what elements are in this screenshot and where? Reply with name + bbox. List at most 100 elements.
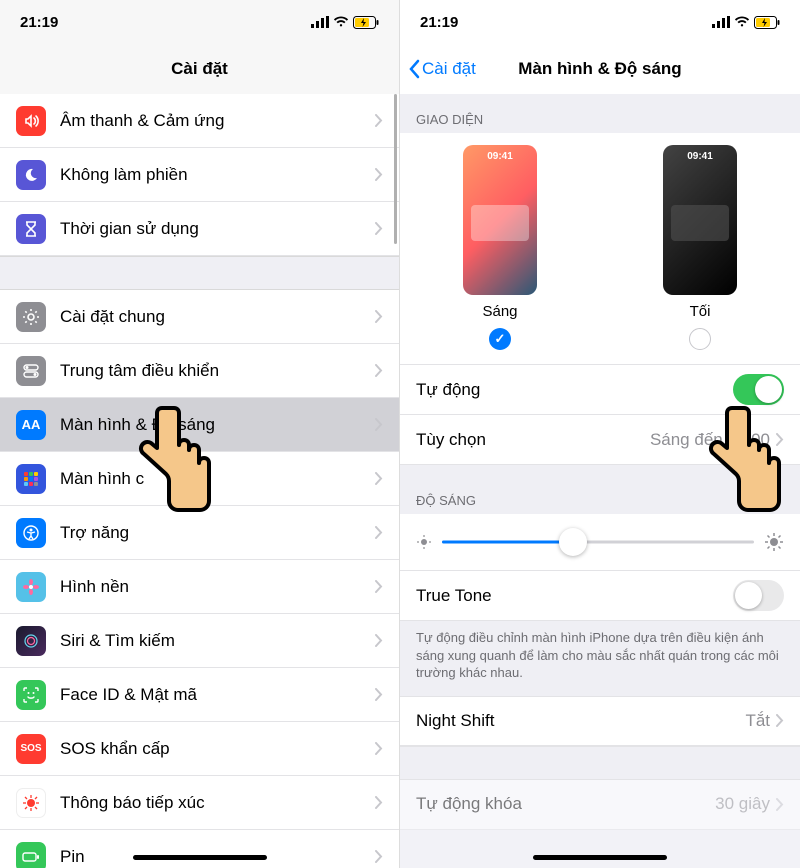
light-label: Sáng <box>463 303 537 320</box>
battery-icon <box>16 842 46 868</box>
row-screentime[interactable]: Thời gian sử dụng <box>0 202 399 256</box>
chevron-left-icon <box>408 59 420 79</box>
chevron-icon <box>375 310 383 323</box>
row-label: True Tone <box>416 586 733 606</box>
chevron-icon <box>375 472 383 485</box>
battery-charging-icon <box>754 16 780 29</box>
dark-preview: 09:41 <box>663 145 737 295</box>
chevron-icon <box>375 688 383 701</box>
covid-icon <box>16 788 46 818</box>
row-label: Tùy chọn <box>416 430 650 450</box>
section-header-appearance: GIAO DIỆN <box>400 94 800 133</box>
hand-pointer-overlay <box>690 400 790 520</box>
row-control-center[interactable]: Trung tâm điều khiển <box>0 344 399 398</box>
nav-bar: Cài đặt <box>0 44 399 94</box>
row-label: Thời gian sử dụng <box>60 219 375 239</box>
chevron-icon <box>375 580 383 593</box>
battery-charging-icon <box>353 16 379 29</box>
row-night-shift[interactable]: Night Shift Tắt <box>400 696 800 746</box>
brightness-slider-row <box>400 514 800 571</box>
row-exposure[interactable]: Thông báo tiếp xúc <box>0 776 399 830</box>
switches-icon <box>16 356 46 386</box>
row-label: Trợ năng <box>60 523 375 543</box>
chevron-icon <box>375 526 383 539</box>
row-battery[interactable]: Pin <box>0 830 399 868</box>
hourglass-icon <box>16 214 46 244</box>
status-bar: 21:19 <box>400 0 800 44</box>
cellular-icon <box>712 16 730 28</box>
chevron-icon <box>375 364 383 377</box>
moon-icon <box>16 160 46 190</box>
brightness-slider[interactable] <box>442 528 754 556</box>
sounds-icon <box>16 106 46 136</box>
home-indicator[interactable] <box>533 855 667 860</box>
status-time: 21:19 <box>20 14 58 31</box>
row-siri[interactable]: Siri & Tìm kiếm <box>0 614 399 668</box>
row-faceid[interactable]: Face ID & Mật mã <box>0 668 399 722</box>
section-gap <box>0 256 399 290</box>
status-time: 21:19 <box>420 14 458 31</box>
chevron-icon <box>776 714 784 727</box>
row-label: Hình nền <box>60 577 375 597</box>
row-label: Face ID & Mật mã <box>60 685 375 705</box>
toggle-truetone[interactable] <box>733 580 784 611</box>
radio-light-checked[interactable] <box>489 328 511 350</box>
cellular-icon <box>311 16 329 28</box>
sun-large-icon <box>764 532 784 552</box>
section-gap <box>400 746 800 780</box>
row-auto-lock[interactable]: Tự động khóa 30 giây <box>400 780 800 830</box>
sun-small-icon <box>416 534 432 550</box>
siri-icon <box>16 626 46 656</box>
appearance-light-option[interactable]: 09:41 Sáng <box>463 145 537 350</box>
row-label: Tự động <box>416 380 733 400</box>
row-dnd[interactable]: Không làm phiền <box>0 148 399 202</box>
chevron-icon <box>776 798 784 811</box>
row-sos[interactable]: SOS SOS khẩn cấp <box>0 722 399 776</box>
face-icon <box>16 680 46 710</box>
chevron-icon <box>375 634 383 647</box>
row-label: Night Shift <box>416 711 745 731</box>
display-brightness-screen: 21:19 Cài đặt Màn hình & Độ sáng GIAO DI… <box>400 0 800 868</box>
display-icon: AA <box>16 410 46 440</box>
dark-label: Tối <box>663 303 737 320</box>
row-label: Âm thanh & Cảm ứng <box>60 111 375 131</box>
row-general[interactable]: Cài đặt chung <box>0 290 399 344</box>
radio-dark-unchecked[interactable] <box>689 328 711 350</box>
settings-screen: 21:19 Cài đặt Âm thanh & Cảm ứng Không l… <box>0 0 400 868</box>
row-label: Cài đặt chung <box>60 307 375 327</box>
appearance-picker: 09:41 Sáng 09:41 Tối <box>400 133 800 365</box>
truetone-description: Tự động điều chỉnh màn hình iPhone dựa t… <box>400 621 800 696</box>
chevron-icon <box>375 796 383 809</box>
chevron-icon <box>375 742 383 755</box>
row-label: Thông báo tiếp xúc <box>60 793 375 813</box>
home-indicator[interactable] <box>133 855 267 860</box>
grid-icon <box>16 464 46 494</box>
row-sounds[interactable]: Âm thanh & Cảm ứng <box>0 94 399 148</box>
status-bar: 21:19 <box>0 0 399 44</box>
row-label: Tự động khóa <box>416 794 715 814</box>
row-wallpaper[interactable]: Hình nền <box>0 560 399 614</box>
chevron-icon <box>375 168 383 181</box>
row-value: 30 giây <box>715 794 770 814</box>
status-indicators <box>311 16 379 29</box>
page-title: Màn hình & Độ sáng <box>518 59 681 79</box>
back-button[interactable]: Cài đặt <box>408 59 476 79</box>
row-label: Không làm phiền <box>60 165 375 185</box>
person-icon <box>16 518 46 548</box>
row-value: Tắt <box>745 711 770 731</box>
row-label: Siri & Tìm kiếm <box>60 631 375 651</box>
chevron-icon <box>375 114 383 127</box>
row-label: SOS khẩn cấp <box>60 739 375 759</box>
row-label: Trung tâm điều khiển <box>60 361 375 381</box>
gear-icon <box>16 302 46 332</box>
wifi-icon <box>333 16 349 28</box>
row-truetone: True Tone <box>400 571 800 621</box>
chevron-icon <box>375 850 383 863</box>
wifi-icon <box>734 16 750 28</box>
scrollbar[interactable] <box>394 94 397 244</box>
flower-icon <box>16 572 46 602</box>
appearance-dark-option[interactable]: 09:41 Tối <box>663 145 737 350</box>
hand-pointer-overlay <box>120 400 220 520</box>
light-preview: 09:41 <box>463 145 537 295</box>
chevron-icon <box>375 222 383 235</box>
